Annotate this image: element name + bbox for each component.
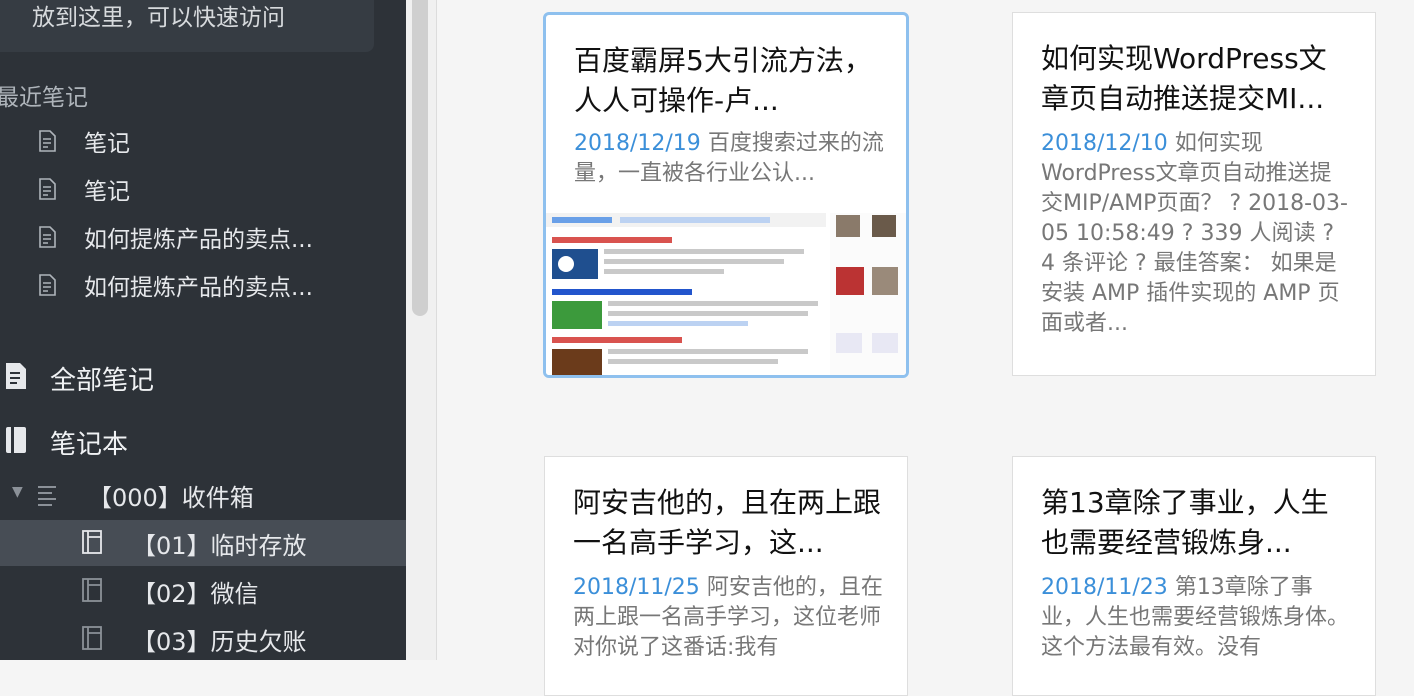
note-card-snippet: 2018/12/19 百度搜索过来的流量，一直被各行业公认... bbox=[574, 129, 884, 189]
search-results-thumbnail-image bbox=[546, 213, 906, 375]
note-card-thumbnail bbox=[546, 213, 906, 375]
shortcut-hint-text: 放到这里，可以快速访问 bbox=[32, 5, 285, 31]
note-icon bbox=[39, 226, 56, 248]
note-card[interactable]: 百度霸屏5大引流方法，人人可操作-卢... 2018/12/19 百度搜索过来的… bbox=[543, 12, 909, 378]
note-icon bbox=[39, 274, 56, 296]
recent-note-label: 笔记 bbox=[84, 179, 130, 205]
all-notes-label: 全部笔记 bbox=[50, 366, 155, 396]
note-card-snippet: 2018/11/23 第13章除了事业，人生也需要经营锻炼身体。这个方法最有效。… bbox=[1041, 573, 1351, 663]
notebook-item[interactable]: 【01】临时存放 bbox=[0, 520, 406, 566]
note-card-date: 2018/11/23 bbox=[1041, 575, 1168, 600]
stack-icon bbox=[38, 486, 56, 506]
note-icon bbox=[39, 178, 56, 200]
all-notes-icon bbox=[6, 363, 26, 389]
note-card[interactable]: 阿安吉他的，且在两上跟一名高手学习，这... 2018/11/25 阿安吉他的，… bbox=[544, 456, 908, 696]
recent-notes-header: 最近笔记 bbox=[0, 85, 88, 111]
recent-note-label: 如何提炼产品的卖点... bbox=[84, 275, 313, 301]
note-card-text: 如何实现WordPress文章页自动推送提交MIP/AMP页面？ ? 2018-… bbox=[1041, 131, 1348, 336]
note-icon bbox=[39, 130, 56, 152]
note-card-snippet: 2018/12/10 如何实现WordPress文章页自动推送提交MIP/AMP… bbox=[1041, 129, 1351, 339]
chevron-down-icon[interactable]: ▼ bbox=[12, 484, 23, 500]
note-card-date: 2018/12/19 bbox=[574, 131, 701, 156]
notebooks-nav[interactable]: 笔记本 bbox=[0, 416, 406, 464]
notebooks-label: 笔记本 bbox=[50, 430, 129, 460]
notebook-label: 【03】历史欠账 bbox=[132, 628, 307, 656]
note-card-date: 2018/12/10 bbox=[1041, 131, 1168, 156]
note-card-date: 2018/11/25 bbox=[573, 575, 700, 600]
notebook-icon bbox=[82, 530, 102, 554]
all-notes-nav[interactable]: 全部笔记 bbox=[0, 352, 406, 400]
note-card-title: 阿安吉他的，且在两上跟一名高手学习，这... bbox=[573, 486, 882, 559]
note-card-title: 第13章除了事业，人生也需要经营锻炼身... bbox=[1041, 486, 1329, 559]
inbox-label: 【000】收件箱 bbox=[88, 484, 254, 512]
recent-note-label: 如何提炼产品的卖点... bbox=[84, 227, 313, 253]
recent-note-item[interactable]: 笔记 bbox=[38, 122, 398, 162]
notebook-icon bbox=[6, 427, 26, 453]
recent-note-item[interactable]: 如何提炼产品的卖点... bbox=[38, 266, 398, 306]
notebook-stack-inbox[interactable]: ▼ 【000】收件箱 bbox=[0, 472, 406, 518]
note-card[interactable]: 如何实现WordPress文章页自动推送提交MI... 2018/12/10 如… bbox=[1012, 12, 1376, 376]
recent-note-item[interactable]: 如何提炼产品的卖点... bbox=[38, 218, 398, 258]
note-card-snippet: 2018/11/25 阿安吉他的，且在两上跟一名高手学习，这位老师对你说了这番话… bbox=[573, 573, 883, 663]
note-card-title: 百度霸屏5大引流方法，人人可操作-卢... bbox=[574, 44, 872, 117]
notebook-icon bbox=[82, 626, 102, 650]
notebook-icon bbox=[82, 578, 102, 602]
note-card-title: 如何实现WordPress文章页自动推送提交MI... bbox=[1041, 42, 1327, 115]
notebook-item[interactable]: 【02】微信 bbox=[0, 568, 406, 614]
notebook-label: 【01】临时存放 bbox=[132, 532, 307, 560]
note-card[interactable]: 第13章除了事业，人生也需要经营锻炼身... 2018/11/23 第13章除了… bbox=[1012, 456, 1376, 696]
sidebar: 放到这里，可以快速访问 最近笔记 笔记 笔记 如何提炼产品的卖点... 如何提炼… bbox=[0, 0, 406, 660]
notebook-label: 【02】微信 bbox=[132, 580, 259, 608]
recent-note-label: 笔记 bbox=[84, 131, 130, 157]
notebook-item[interactable]: 【03】历史欠账 bbox=[0, 616, 406, 660]
recent-note-item[interactable]: 笔记 bbox=[38, 170, 398, 210]
shortcut-drop-zone[interactable]: 放到这里，可以快速访问 bbox=[0, 0, 374, 52]
sidebar-scrollbar-thumb[interactable] bbox=[412, 0, 428, 316]
